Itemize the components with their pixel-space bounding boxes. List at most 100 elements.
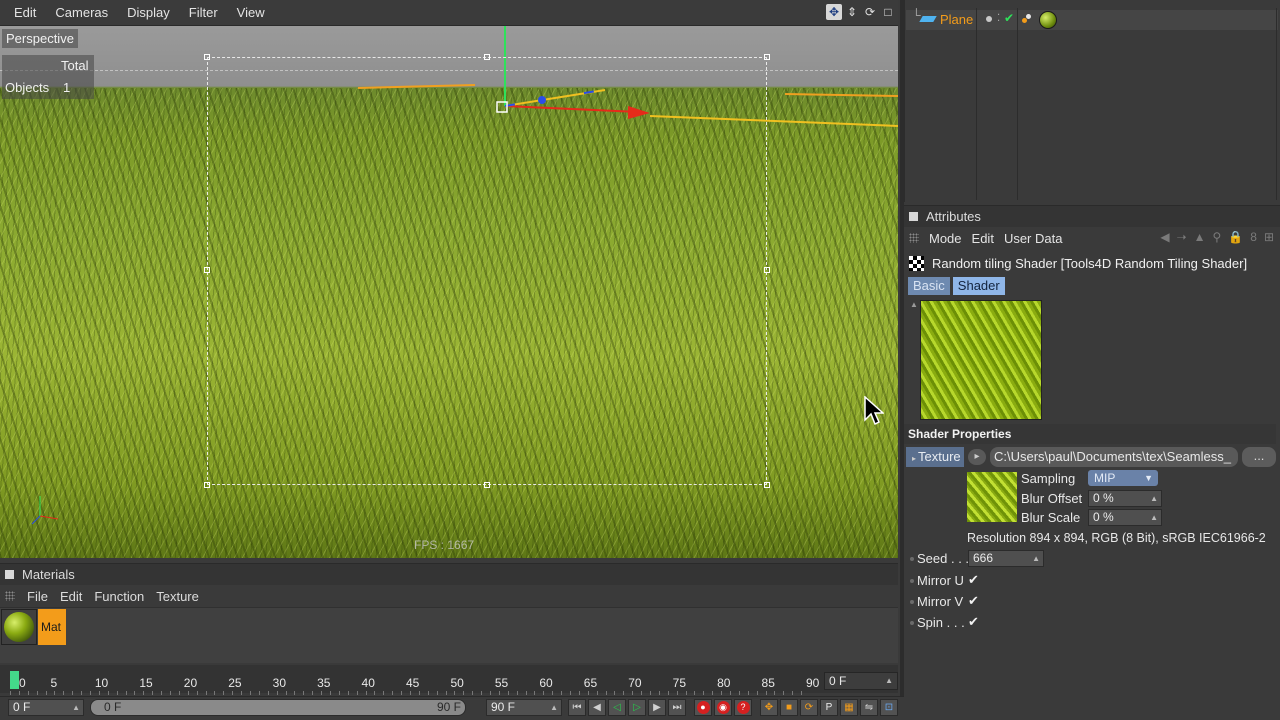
start-frame-field[interactable]: 0 F ▲ (8, 699, 84, 716)
back-arrow-icon[interactable]: ◀ (1160, 230, 1169, 244)
timeline-tick-mark (303, 691, 305, 695)
layer-dot-icon[interactable] (986, 16, 992, 22)
mat-menu-texture[interactable]: Texture (156, 589, 199, 604)
bullet-icon (910, 621, 914, 625)
record-parameter-icon[interactable]: P (820, 699, 838, 716)
panel-square-icon[interactable] (5, 570, 14, 579)
timeline-tick-mark (223, 691, 225, 695)
menu-cameras[interactable]: Cameras (55, 5, 108, 20)
texture-path-field[interactable]: C:\Users\paul\Documents\tex\Seamless_ (990, 447, 1238, 467)
autokey-icon[interactable]: ◉ (714, 699, 732, 716)
material-tag-icon[interactable] (1039, 11, 1057, 29)
record-keys-icon[interactable]: ● (694, 699, 712, 716)
timeline-tick-mark (152, 691, 154, 695)
section-shader-properties[interactable]: Shader Properties (904, 424, 1276, 444)
timeline-tick-mark (516, 691, 518, 695)
attr-menu-mode[interactable]: Mode (929, 231, 962, 246)
record-pla-icon[interactable]: ▦ (840, 699, 858, 716)
blur-scale-field[interactable]: 0 % ▲ (1088, 509, 1162, 526)
checker-shader-icon (909, 255, 924, 271)
timeline-tick-mark (81, 691, 83, 695)
timeline-tick-mark (98, 691, 100, 695)
attr-menu-edit[interactable]: Edit (972, 231, 994, 246)
timeline-tick-mark (747, 691, 749, 695)
mirror-v-checkbox[interactable]: ✔ (968, 593, 979, 609)
scheme-icon[interactable]: ⊡ (880, 699, 898, 716)
material-name[interactable]: Mat (38, 609, 66, 645)
keyframe-selection-icon[interactable]: ? (734, 699, 752, 716)
new-panel-icon[interactable]: ⊞ (1264, 230, 1274, 244)
timeline-tick-mark (730, 691, 731, 695)
mirror-u-checkbox[interactable]: ✔ (968, 572, 979, 588)
timeline-tick-label: 15 (139, 676, 153, 690)
play-forward-icon[interactable]: ▷ (628, 699, 646, 716)
grip-icon[interactable] (5, 591, 15, 601)
search-icon[interactable]: ⚲ (1213, 230, 1222, 244)
timeline-tick-label: 5 (50, 676, 58, 690)
timeline-ruler[interactable]: 0 5 10 15 20 25 30 35 40 45 50 55 60 65 70 75 80 85 90 (10, 676, 822, 695)
timeline-tick-mark (712, 691, 714, 695)
materials-title: Materials (22, 567, 75, 582)
menu-display[interactable]: Display (127, 5, 170, 20)
panel-square-icon[interactable] (909, 212, 918, 221)
zoom-view-icon[interactable]: ⇕ (844, 4, 860, 20)
texture-label[interactable]: ▸ Texture (906, 447, 964, 467)
sampling-dropdown[interactable]: MIP ▼ (1088, 470, 1158, 486)
blur-offset-field[interactable]: 0 % ▲ (1088, 490, 1162, 507)
mat-menu-file[interactable]: File (27, 589, 48, 604)
go-to-end-icon[interactable]: ⏭ (668, 699, 686, 716)
object-row-plane[interactable]: └ Plane ⁚ ✔ (906, 8, 1278, 30)
seed-label: Seed . . . (917, 551, 970, 566)
menu-edit[interactable]: Edit (14, 5, 36, 20)
texture-options-icon[interactable]: ▸ (968, 449, 986, 465)
material-swatch[interactable] (1, 609, 37, 645)
texture-browse-button[interactable]: ... (1242, 447, 1276, 467)
frame-range-slider[interactable] (90, 699, 466, 716)
tab-basic[interactable]: Basic (908, 277, 950, 295)
record-rotation-icon[interactable]: ⟳ (800, 699, 818, 716)
up-arrow-icon[interactable]: ▲ (1194, 230, 1206, 244)
timeline-tick-mark (45, 691, 47, 695)
collapse-arrow-icon[interactable]: ▲ (910, 300, 918, 309)
seed-field[interactable]: 666 ▲ (968, 550, 1044, 567)
tag-dots-icon[interactable] (1022, 14, 1032, 24)
lock-icon[interactable]: 🔒 (1228, 230, 1243, 244)
record-position-icon[interactable]: ✥ (760, 699, 778, 716)
timeline-tick-mark (578, 691, 580, 695)
mouse-cursor-icon (864, 396, 884, 426)
timeline-tick-mark (614, 691, 616, 695)
end-frame-field[interactable]: 90 F ▲ (486, 699, 562, 716)
prev-key-icon[interactable]: ◀ (588, 699, 606, 716)
link-icon[interactable]: 8 (1250, 230, 1257, 244)
next-key-icon[interactable]: ▶ (648, 699, 666, 716)
move-view-icon[interactable]: ✥ (826, 4, 842, 20)
timeline-tick-mark (623, 691, 625, 695)
sampling-label: Sampling (1021, 471, 1076, 486)
timeline-tick-mark (507, 691, 509, 695)
attr-menu-user-data[interactable]: User Data (1004, 231, 1063, 246)
go-to-start-icon[interactable]: ⏮ (568, 699, 586, 716)
panel-splitter[interactable] (900, 0, 904, 720)
object-name[interactable]: Plane (940, 12, 973, 27)
play-backward-icon[interactable]: ◁ (608, 699, 626, 716)
record-scale-icon[interactable]: ■ (780, 699, 798, 716)
mat-menu-function[interactable]: Function (94, 589, 144, 604)
interpolation-icon[interactable]: ⇋ (860, 699, 878, 716)
timeline-tick-mark (401, 691, 403, 695)
tab-shader[interactable]: Shader (952, 277, 1005, 295)
camera-label[interactable]: Perspective (2, 29, 78, 48)
timeline-tick-mark (463, 691, 465, 695)
rotate-view-icon[interactable]: ⟳ (862, 4, 878, 20)
menu-filter[interactable]: Filter (189, 5, 218, 20)
visibility-dots-icon[interactable]: ⁚ (997, 13, 1000, 24)
timeline-tick-mark (143, 691, 145, 695)
grip-icon[interactable] (909, 233, 919, 243)
mat-menu-edit[interactable]: Edit (60, 589, 82, 604)
forward-arrow-icon[interactable]: ➝ (1177, 230, 1187, 244)
current-frame-field[interactable]: 0 F ▲ (824, 672, 898, 690)
maximize-view-icon[interactable]: □ (880, 4, 896, 20)
spin-checkbox[interactable]: ✔ (968, 614, 979, 630)
menu-view[interactable]: View (237, 5, 265, 20)
timeline-tick-mark (294, 691, 296, 695)
enabled-check-icon[interactable]: ✔ (1004, 11, 1014, 25)
